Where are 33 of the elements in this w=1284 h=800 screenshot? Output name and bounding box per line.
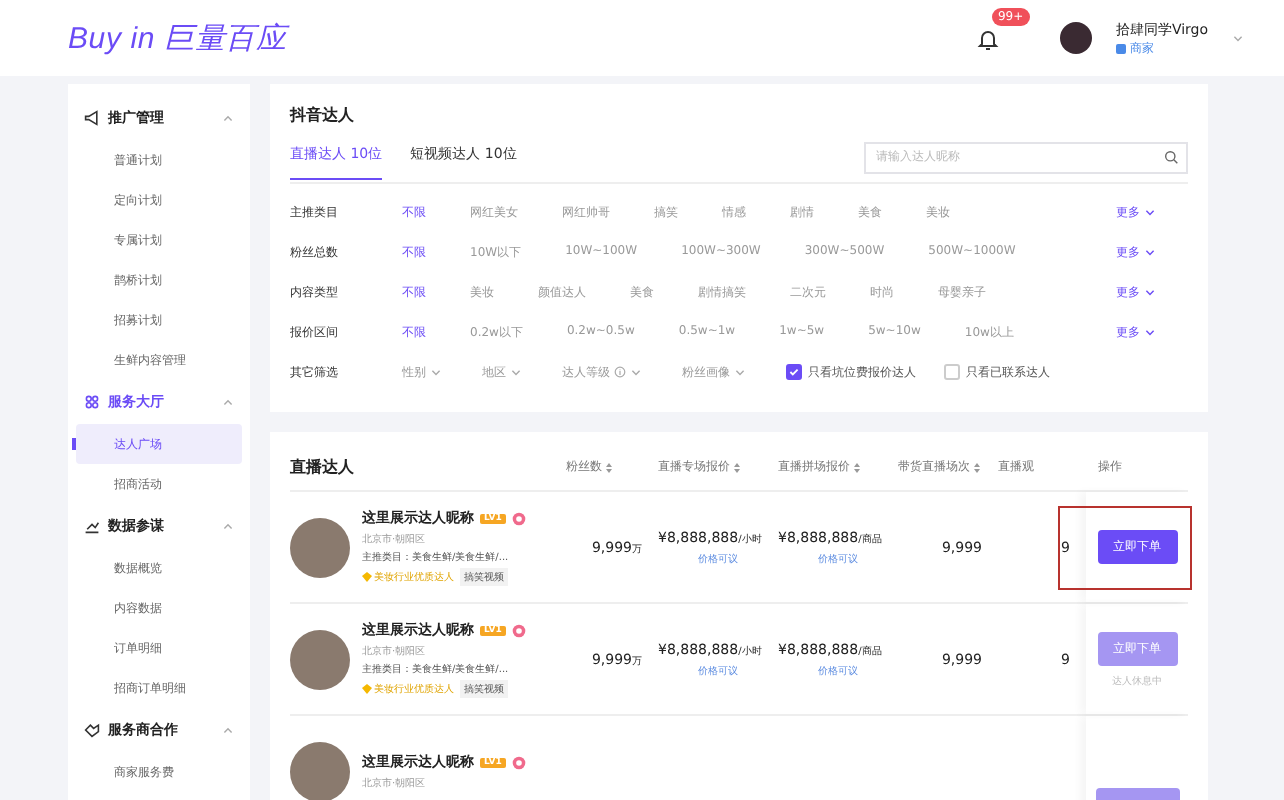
chevron-down-icon xyxy=(430,366,442,378)
chevron-down-icon xyxy=(510,366,522,378)
megaphone-icon xyxy=(84,110,100,126)
checkbox[interactable] xyxy=(786,364,802,380)
sort-icon[interactable] xyxy=(732,461,742,473)
chevron-down-icon xyxy=(1144,326,1156,338)
chevron-down-icon xyxy=(1144,246,1156,258)
chevron-down-icon xyxy=(630,366,642,378)
photo-placeholder xyxy=(290,629,350,689)
sort-icon[interactable] xyxy=(972,461,982,473)
circle-badge-icon xyxy=(511,511,526,525)
chevron-down-icon xyxy=(734,366,746,378)
chevron-icon xyxy=(1232,32,1244,44)
photo-placeholder xyxy=(290,517,350,577)
diamond-icon xyxy=(362,684,372,694)
handshake-icon xyxy=(84,722,100,738)
search-icon xyxy=(1164,150,1178,164)
bell-icon[interactable] xyxy=(975,28,1000,52)
circle-badge-icon xyxy=(511,755,526,769)
table-title: 直播达人 xyxy=(290,456,356,478)
chevron-down-icon xyxy=(1144,206,1156,218)
photo-placeholder xyxy=(290,741,350,800)
sort-icon[interactable] xyxy=(604,461,614,473)
diamond-icon xyxy=(362,572,372,582)
sort-icon[interactable] xyxy=(852,461,862,473)
chart-icon xyxy=(84,518,100,534)
grid-icon xyxy=(84,394,100,410)
store-icon xyxy=(1115,43,1126,53)
circle-badge-icon xyxy=(511,623,526,637)
logo[interactable]: Buy in 巨量百应 xyxy=(68,19,287,57)
panel-title: 抖音达人 xyxy=(290,104,356,126)
avatar[interactable] xyxy=(1059,22,1092,54)
chevron-down-icon xyxy=(1144,286,1156,298)
